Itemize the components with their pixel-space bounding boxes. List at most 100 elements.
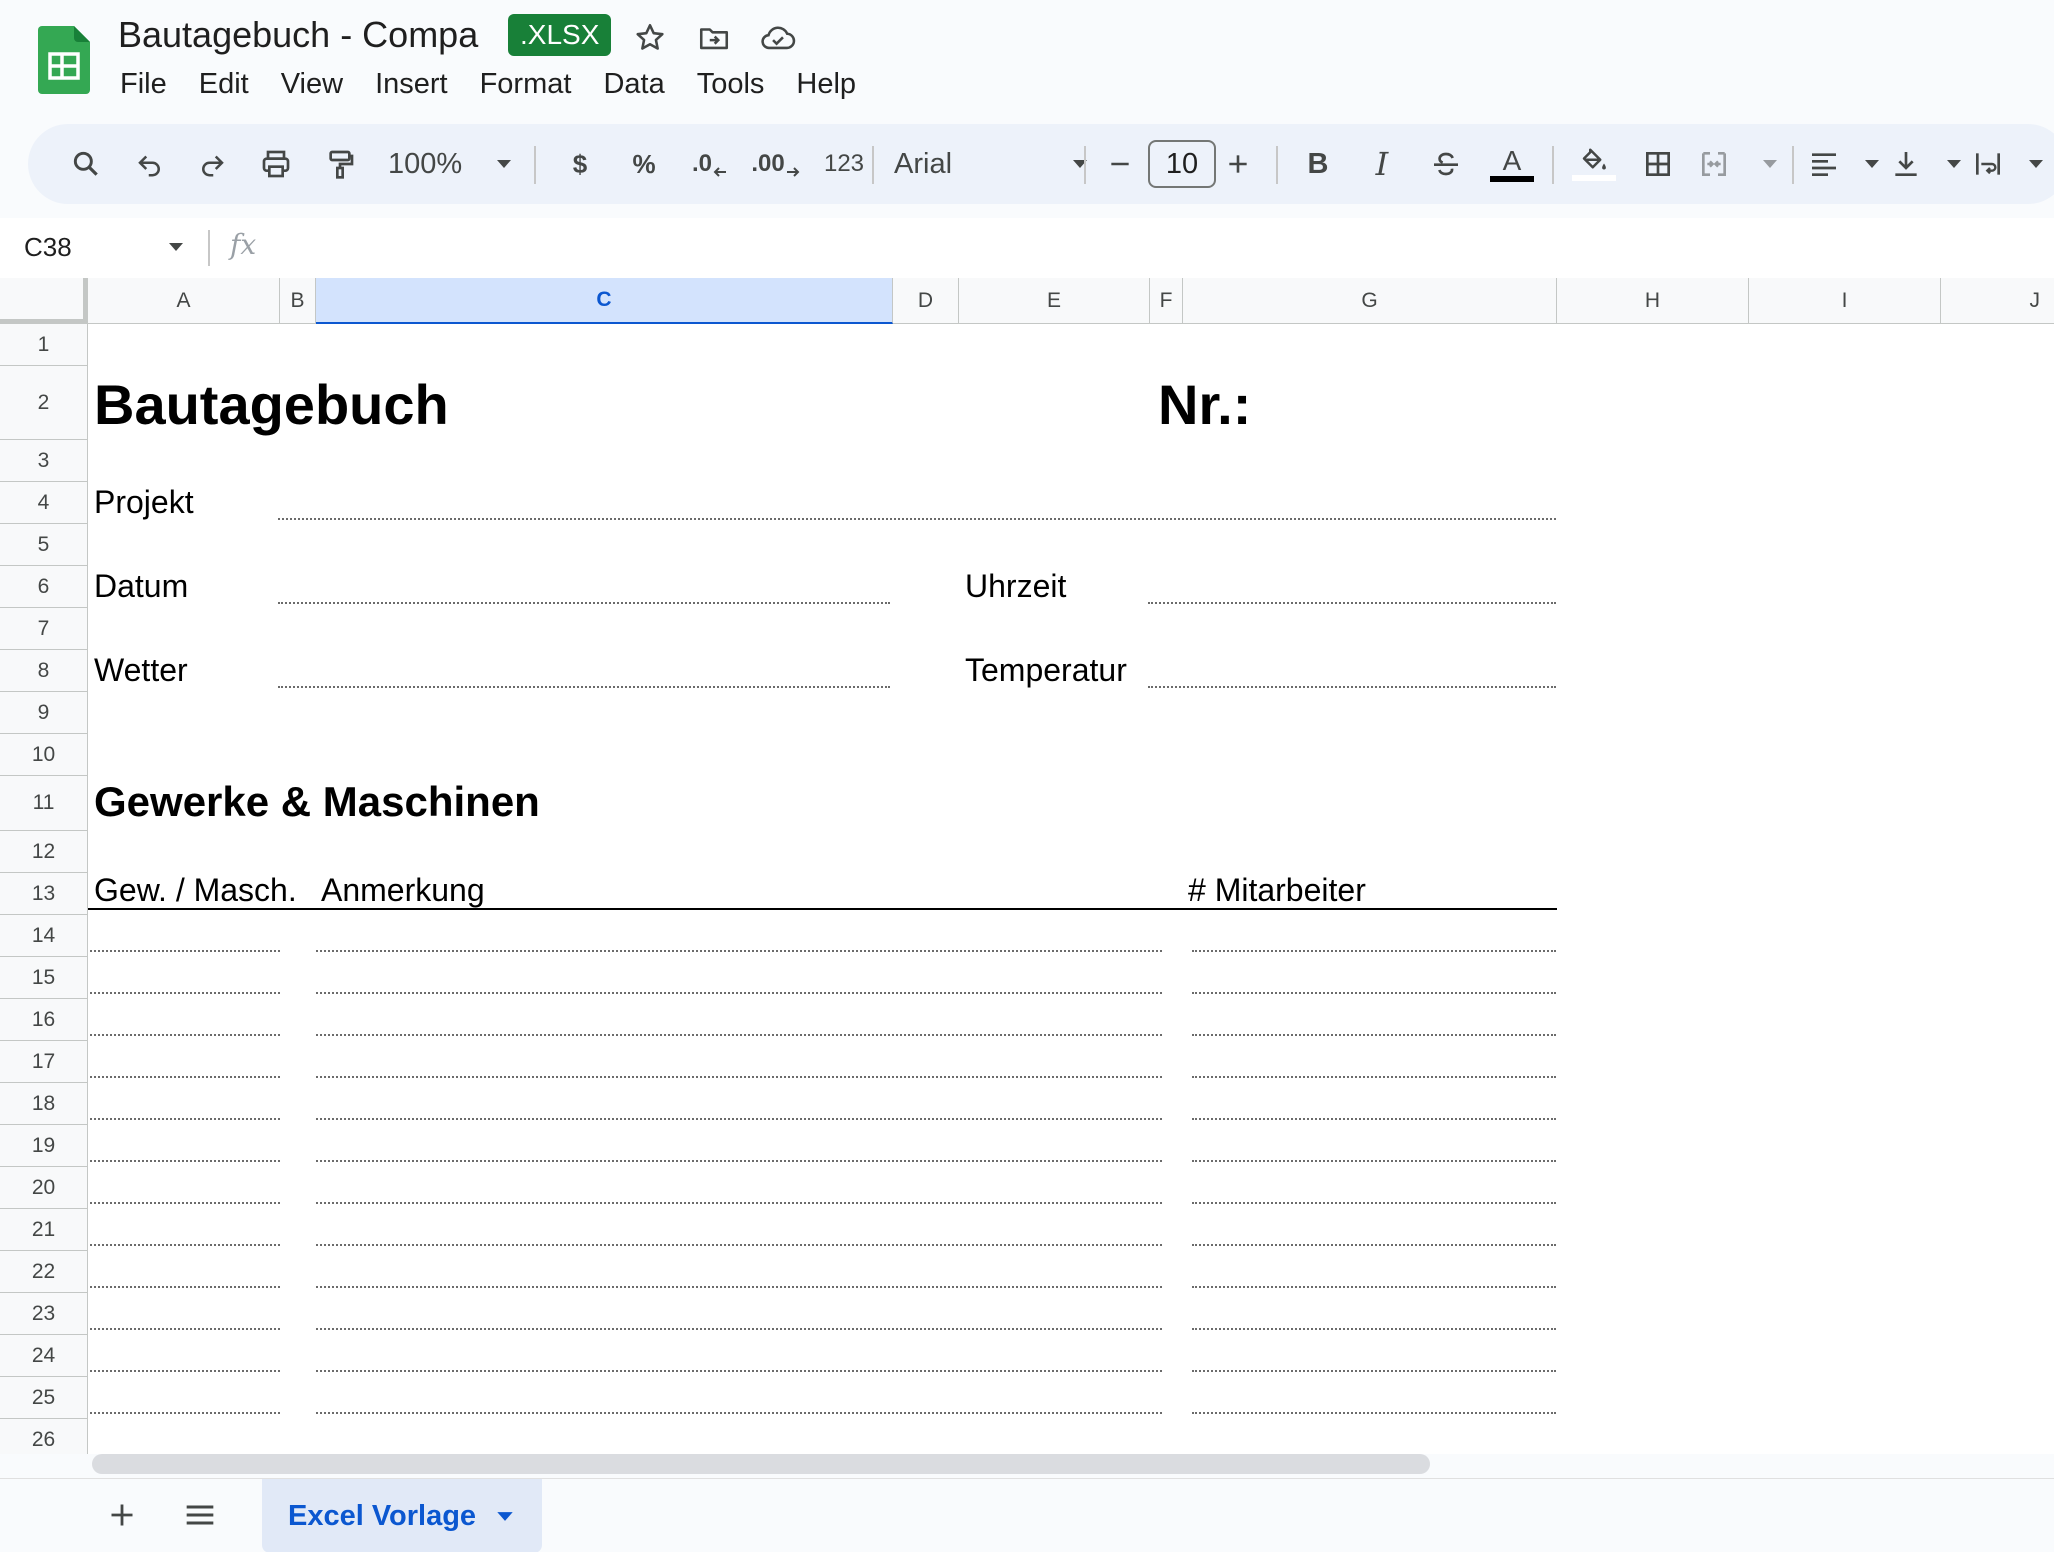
sheet-tab-active[interactable]: Excel Vorlage <box>262 1479 542 1552</box>
print-icon[interactable] <box>252 140 300 188</box>
trade-entry-line[interactable] <box>90 1076 280 1078</box>
menu-view[interactable]: View <box>265 66 359 103</box>
merge-cells-button[interactable] <box>1698 140 1778 188</box>
note-entry-line[interactable] <box>316 1034 1162 1036</box>
percent-format-button[interactable]: % <box>620 140 668 188</box>
row-header[interactable]: 26 <box>0 1419 88 1454</box>
row-header[interactable]: 24 <box>0 1335 88 1377</box>
row-header[interactable]: 21 <box>0 1209 88 1251</box>
all-sheets-menu-icon[interactable] <box>178 1493 222 1537</box>
trade-entry-line[interactable] <box>90 1328 280 1330</box>
table-header-note[interactable]: Anmerkung <box>321 872 485 909</box>
paint-format-icon[interactable] <box>316 140 364 188</box>
name-box[interactable]: C38 <box>24 232 72 263</box>
star-icon[interactable] <box>630 18 670 58</box>
more-formats-button[interactable]: 123 <box>812 140 876 188</box>
font-size-input[interactable]: 10 <box>1148 140 1216 188</box>
temperature-label[interactable]: Temperatur <box>965 652 1127 689</box>
increase-decimal-button[interactable]: .00 <box>746 140 806 188</box>
row-header[interactable]: 9 <box>0 692 88 734</box>
row-header[interactable]: 7 <box>0 608 88 650</box>
note-entry-line[interactable] <box>316 1244 1162 1246</box>
row-header[interactable]: 18 <box>0 1083 88 1125</box>
row-header[interactable]: 20 <box>0 1167 88 1209</box>
table-header-workers[interactable]: # Mitarbeiter <box>1188 872 1366 909</box>
chevron-down-icon[interactable] <box>496 1511 514 1522</box>
workers-entry-line[interactable] <box>1192 1412 1556 1414</box>
weather-entry-line[interactable] <box>278 686 890 688</box>
trade-entry-line[interactable] <box>90 1244 280 1246</box>
row-header[interactable]: 13 <box>0 873 88 915</box>
workers-entry-line[interactable] <box>1192 1286 1556 1288</box>
add-sheet-icon[interactable] <box>100 1493 144 1537</box>
time-label[interactable]: Uhrzeit <box>965 568 1066 605</box>
section-title[interactable]: Gewerke & Maschinen <box>94 778 540 826</box>
column-header-h[interactable]: H <box>1557 278 1749 324</box>
date-entry-line[interactable] <box>278 602 890 604</box>
workers-entry-line[interactable] <box>1192 1118 1556 1120</box>
column-header-c[interactable]: C <box>316 278 893 324</box>
note-entry-line[interactable] <box>316 1160 1162 1162</box>
trade-entry-line[interactable] <box>90 1034 280 1036</box>
row-header[interactable]: 12 <box>0 831 88 873</box>
font-family-select[interactable]: Arial <box>894 140 1088 188</box>
increase-font-size-icon[interactable] <box>1218 140 1258 188</box>
menu-file[interactable]: File <box>104 66 183 103</box>
row-header[interactable]: 1 <box>0 324 88 366</box>
row-header[interactable]: 17 <box>0 1041 88 1083</box>
workers-entry-line[interactable] <box>1192 1160 1556 1162</box>
row-header[interactable]: 15 <box>0 957 88 999</box>
number-label[interactable]: Nr.: <box>1158 372 1251 437</box>
temperature-entry-line[interactable] <box>1148 686 1556 688</box>
column-header-g[interactable]: G <box>1183 278 1557 324</box>
trade-entry-line[interactable] <box>90 1160 280 1162</box>
column-header-e[interactable]: E <box>959 278 1150 324</box>
row-header[interactable]: 14 <box>0 915 88 957</box>
note-entry-line[interactable] <box>316 1118 1162 1120</box>
row-header[interactable]: 2 <box>0 366 88 440</box>
row-header[interactable]: 16 <box>0 999 88 1041</box>
borders-icon[interactable] <box>1634 140 1682 188</box>
date-label[interactable]: Datum <box>94 568 188 605</box>
row-header[interactable]: 10 <box>0 734 88 776</box>
menu-insert[interactable]: Insert <box>359 66 464 103</box>
row-header[interactable]: 25 <box>0 1377 88 1419</box>
row-header[interactable]: 4 <box>0 482 88 524</box>
undo-icon[interactable] <box>126 140 174 188</box>
sheet-heading[interactable]: Bautagebuch <box>94 372 449 437</box>
column-header-b[interactable]: B <box>280 278 316 324</box>
row-header[interactable]: 6 <box>0 566 88 608</box>
vertical-align-button[interactable] <box>1890 140 1962 188</box>
trade-entry-line[interactable] <box>90 950 280 952</box>
strikethrough-icon[interactable] <box>1422 140 1470 188</box>
menu-tools[interactable]: Tools <box>681 66 781 103</box>
row-header[interactable]: 5 <box>0 524 88 566</box>
zoom-select[interactable]: 100% <box>388 140 512 188</box>
workers-entry-line[interactable] <box>1192 1202 1556 1204</box>
workers-entry-line[interactable] <box>1192 1328 1556 1330</box>
workers-entry-line[interactable] <box>1192 1244 1556 1246</box>
formula-input[interactable] <box>280 228 1980 268</box>
horizontal-align-button[interactable] <box>1808 140 1880 188</box>
bold-button[interactable]: B <box>1294 140 1342 188</box>
table-header-trade[interactable]: Gew. / Masch. <box>94 872 297 909</box>
row-header[interactable]: 3 <box>0 440 88 482</box>
chevron-down-icon[interactable] <box>168 242 184 252</box>
workers-entry-line[interactable] <box>1192 1034 1556 1036</box>
italic-button[interactable]: I <box>1358 140 1406 188</box>
workers-entry-line[interactable] <box>1192 1370 1556 1372</box>
horizontal-scrollbar[interactable] <box>92 1454 1430 1474</box>
trade-entry-line[interactable] <box>90 1370 280 1372</box>
column-header-f[interactable]: F <box>1150 278 1183 324</box>
search-menus-icon[interactable] <box>62 140 110 188</box>
decrease-font-size-icon[interactable] <box>1100 140 1140 188</box>
trade-entry-line[interactable] <box>90 1118 280 1120</box>
workers-entry-line[interactable] <box>1192 950 1556 952</box>
weather-label[interactable]: Wetter <box>94 652 188 689</box>
row-header[interactable]: 22 <box>0 1251 88 1293</box>
note-entry-line[interactable] <box>316 1202 1162 1204</box>
time-entry-line[interactable] <box>1148 602 1556 604</box>
note-entry-line[interactable] <box>316 1076 1162 1078</box>
row-header[interactable]: 8 <box>0 650 88 692</box>
column-header-d[interactable]: D <box>893 278 959 324</box>
